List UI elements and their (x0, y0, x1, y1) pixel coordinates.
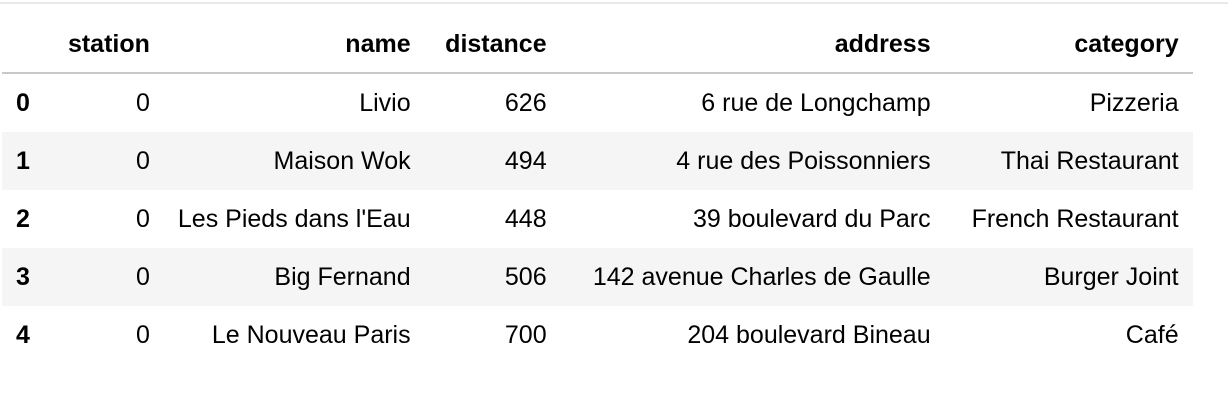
cell-station: 0 (136, 146, 150, 175)
table-row: 1 0 Maison Wok 494 4 rue des Poissonnier… (2, 132, 1193, 190)
dataframe-table: station name distance address category 0… (2, 16, 1193, 364)
column-header-category: category (944, 16, 1193, 74)
cell-distance: 448 (504, 204, 547, 233)
cell-station: 0 (136, 88, 150, 117)
cell-address: 4 rue des Poissonniers (676, 146, 931, 175)
header-row: station name distance address category (2, 16, 1193, 74)
row-index: 4 (16, 320, 30, 349)
cell-distance: 626 (504, 88, 547, 117)
column-header-station: station (43, 16, 164, 74)
cell-distance: 494 (504, 146, 547, 175)
column-header-address: address (560, 16, 945, 74)
row-index: 1 (16, 146, 30, 175)
table-row: 4 0 Le Nouveau Paris 700 204 boulevard B… (2, 306, 1193, 364)
column-header-name: name (163, 16, 425, 74)
cell-address: 39 boulevard du Parc (692, 204, 931, 233)
cell-station: 0 (136, 262, 150, 291)
row-index: 0 (16, 88, 30, 117)
cell-distance: 700 (504, 320, 547, 349)
cell-distance: 506 (504, 262, 547, 291)
cell-name: Le Nouveau Paris (211, 320, 411, 349)
index-header (2, 16, 44, 74)
cell-station: 0 (136, 204, 150, 233)
table-row: 0 0 Livio 626 6 rue de Longchamp Pizzeri… (2, 73, 1193, 132)
cell-name: Les Pieds dans l'Eau (177, 204, 411, 233)
table-row: 3 0 Big Fernand 506 142 avenue Charles d… (2, 248, 1193, 306)
table-body: 0 0 Livio 626 6 rue de Longchamp Pizzeri… (2, 73, 1193, 364)
cell-address: 204 boulevard Bineau (687, 320, 931, 349)
cell-name: Livio (359, 88, 411, 117)
row-index: 2 (16, 204, 30, 233)
cell-address: 142 avenue Charles de Gaulle (592, 262, 931, 291)
cell-category: Pizzeria (1089, 88, 1179, 117)
cell-category: Thai Restaurant (1000, 146, 1179, 175)
table-header: station name distance address category (2, 16, 1193, 74)
cell-category: Burger Joint (1043, 262, 1179, 291)
cell-name: Big Fernand (274, 262, 411, 291)
dataframe-output: station name distance address category 0… (2, 16, 1193, 364)
cell-category: Café (1125, 320, 1179, 349)
cell-address: 6 rue de Longchamp (701, 88, 931, 117)
cell-station: 0 (136, 320, 150, 349)
table-row: 2 0 Les Pieds dans l'Eau 448 39 boulevar… (2, 190, 1193, 248)
row-index: 3 (16, 262, 30, 291)
column-header-distance: distance (424, 16, 561, 74)
output-top-border (0, 2, 1228, 4)
cell-category: French Restaurant (971, 204, 1179, 233)
cell-name: Maison Wok (273, 146, 411, 175)
